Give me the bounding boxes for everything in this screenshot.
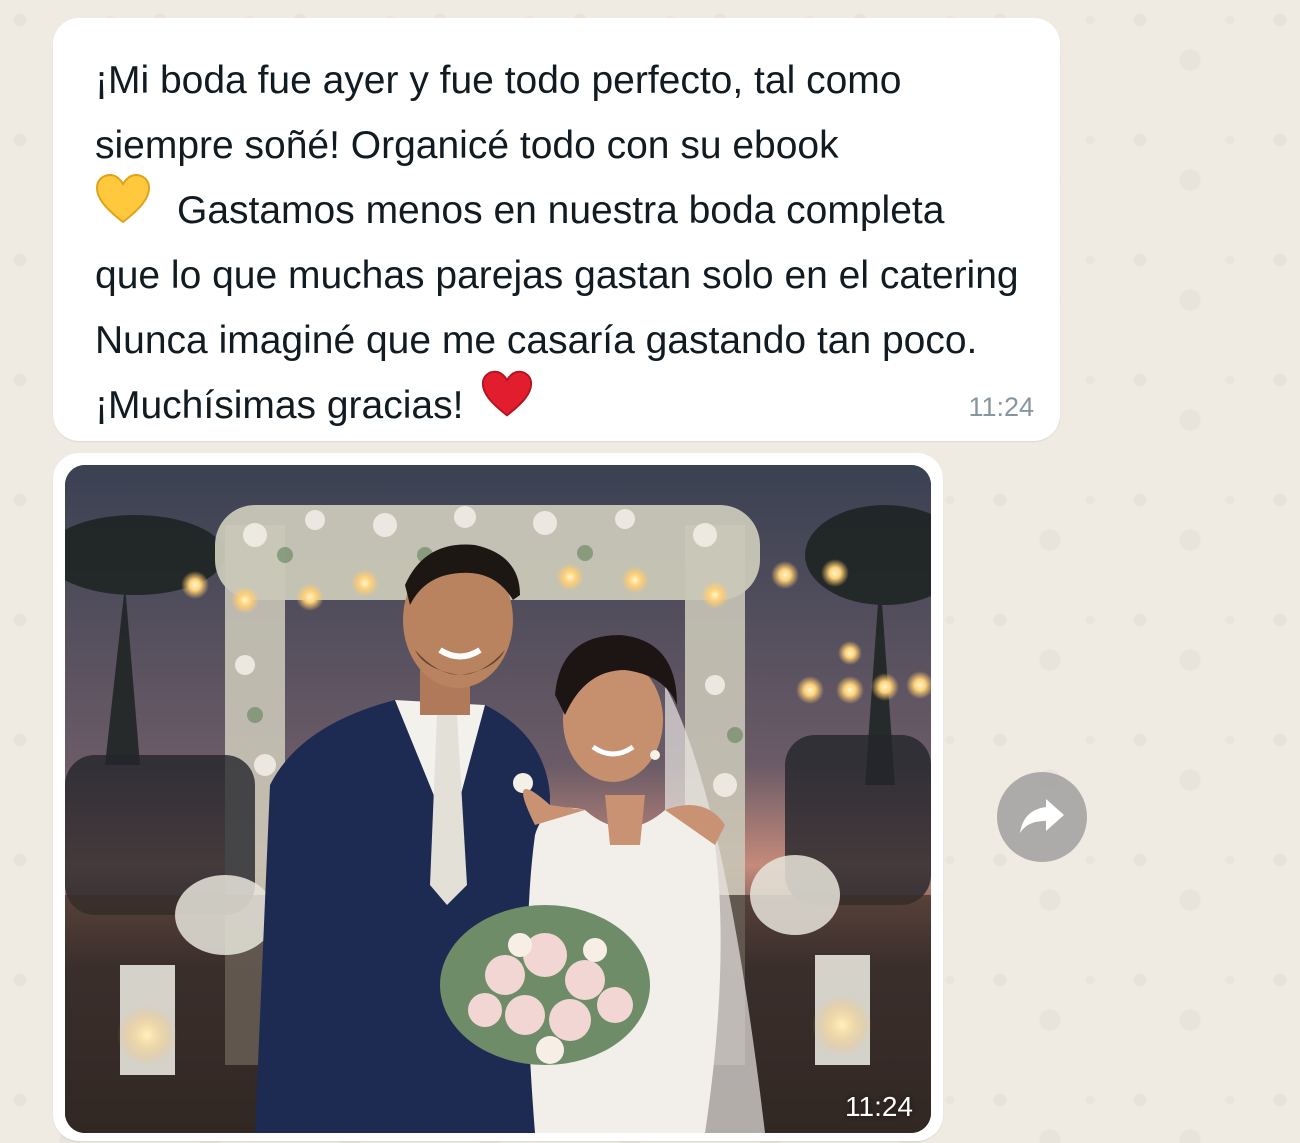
message-line-5: Nunca imaginé que me casaría gastando ta… <box>95 319 978 362</box>
text-message-bubble[interactable]: ¡Mi boda fue ayer y fue todo perfecto, t… <box>53 18 1060 441</box>
message-time: 11:24 <box>968 392 1034 422</box>
message-line-6: ¡Muchísimas gracias! <box>95 370 1030 438</box>
forward-button[interactable] <box>997 772 1087 862</box>
yellow-heart-icon <box>95 173 151 244</box>
red-heart-icon <box>481 370 533 438</box>
message-line-6-text: ¡Muchísimas gracias! <box>95 384 464 427</box>
wedding-photo[interactable]: 11:24 <box>65 465 931 1133</box>
forward-icon <box>1018 795 1066 840</box>
image-message-bubble[interactable]: 11:24 <box>53 453 943 1141</box>
message-line-3: Gastamos menos en nuestra boda completa <box>95 173 1030 243</box>
message-line-3-text: Gastamos menos en nuestra boda completa <box>177 189 945 232</box>
message-line-1: ¡Mi boda fue ayer y fue todo perfecto, t… <box>95 59 902 102</box>
message-line-4: que lo que muchas parejas gastan solo en… <box>95 254 1019 297</box>
image-message-time: 11:24 <box>845 1091 913 1122</box>
message-line-2: siempre soñé! Organicé todo con su ebook <box>95 124 839 167</box>
